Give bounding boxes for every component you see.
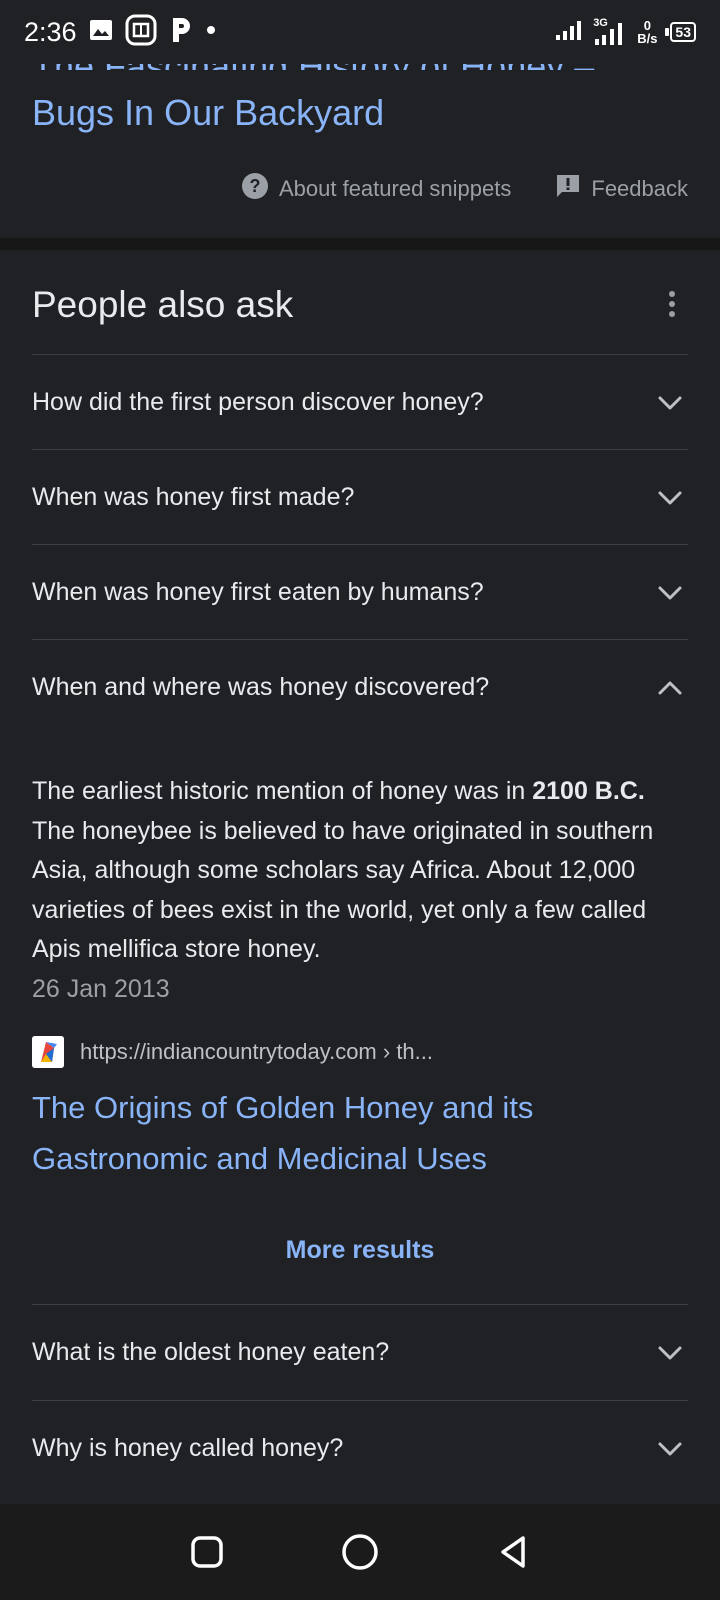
home-icon[interactable]: [338, 1530, 382, 1574]
paa-question[interactable]: What is the oldest honey eaten?: [32, 1304, 688, 1400]
source-path: › th...: [376, 1039, 434, 1064]
screen: 2:36 3G 0 B/s 53 Bugs In Our Backyard ? …: [0, 0, 720, 1600]
paa-question[interactable]: How did the first person discover honey?: [32, 354, 688, 450]
paa-question[interactable]: When was honey first made?: [32, 449, 688, 545]
paa-question-text: When and where was honey discovered?: [32, 673, 490, 701]
paa-question-text: What is the oldest honey eaten?: [32, 1338, 390, 1366]
paa-question-text: Why is honey called honey?: [32, 1434, 344, 1462]
recents-icon[interactable]: [185, 1530, 229, 1574]
notification-dot-icon: [205, 23, 217, 41]
speed-unit: B/s: [637, 31, 658, 46]
p-app-icon: [169, 16, 193, 49]
answer-text-rest: The honeybee is believed to have origina…: [32, 816, 654, 964]
paa-question[interactable]: Why is honey called honey?: [32, 1400, 688, 1496]
system-navigation-bar: [0, 1504, 720, 1600]
answer-source: https://indiancountrytoday.com › th... T…: [32, 1036, 692, 1184]
chevron-down-icon: [654, 577, 686, 609]
feedback-link[interactable]: Feedback: [555, 173, 688, 205]
chevron-down-icon: [654, 1433, 686, 1465]
featured-snippet-footer: The Fascinating History of Honey – Bugs …: [0, 46, 720, 238]
paa-heading: People also ask: [32, 284, 294, 325]
gallery-icon: [89, 18, 113, 47]
app-notification-icon: [125, 14, 157, 51]
section-divider: [0, 238, 720, 250]
battery-level: 53: [670, 22, 696, 42]
about-featured-snippets-link[interactable]: ? About featured snippets: [241, 172, 511, 206]
source-domain: https://indiancountrytoday.com: [80, 1039, 377, 1064]
chevron-down-icon: [654, 482, 686, 514]
answer-text: The earliest historic mention of honey w…: [32, 777, 533, 805]
site-favicon-icon: [32, 1036, 64, 1068]
more-options-icon[interactable]: [660, 288, 684, 324]
answer-highlight: 2100 B.C.: [532, 777, 645, 805]
paa-question-text: How did the first person discover honey?: [32, 388, 484, 416]
more-results-button[interactable]: More results: [0, 1236, 720, 1265]
feedback-label: Feedback: [591, 176, 688, 201]
chevron-down-icon: [654, 1337, 686, 1369]
paa-question-expanded[interactable]: When and where was honey discovered?: [32, 639, 688, 735]
snippet-title-line2[interactable]: Bugs In Our Backyard: [32, 88, 692, 138]
answer-date: 26 Jan 2013: [32, 974, 170, 1003]
chevron-down-icon: [654, 387, 686, 419]
status-bar: 2:36 3G 0 B/s 53: [0, 0, 720, 64]
signal-3g-icon: 3G: [593, 17, 629, 47]
chevron-up-icon: [654, 672, 686, 704]
signal-icon: [555, 18, 585, 47]
paa-question-text: When was honey first eaten by humans?: [32, 578, 484, 606]
feedback-icon: [555, 173, 581, 205]
paa-question[interactable]: When was honey first eaten by humans?: [32, 544, 688, 640]
battery-icon: 53: [665, 22, 696, 42]
people-also-ask: People also ask How did the first person…: [0, 250, 720, 1504]
data-speed: 0 B/s: [637, 19, 657, 45]
source-title-link[interactable]: The Origins of Golden Honey and its Gast…: [32, 1082, 692, 1184]
back-icon[interactable]: [491, 1530, 535, 1574]
status-time: 2:36: [24, 16, 77, 47]
about-featured-snippets-label: About featured snippets: [278, 176, 512, 201]
help-icon: ?: [241, 172, 269, 206]
svg-text:?: ?: [249, 176, 260, 196]
paa-answer: The earliest historic mention of honey w…: [32, 772, 692, 1009]
paa-question-text: When was honey first made?: [32, 483, 355, 511]
source-url[interactable]: https://indiancountrytoday.com › th...: [80, 1039, 433, 1065]
